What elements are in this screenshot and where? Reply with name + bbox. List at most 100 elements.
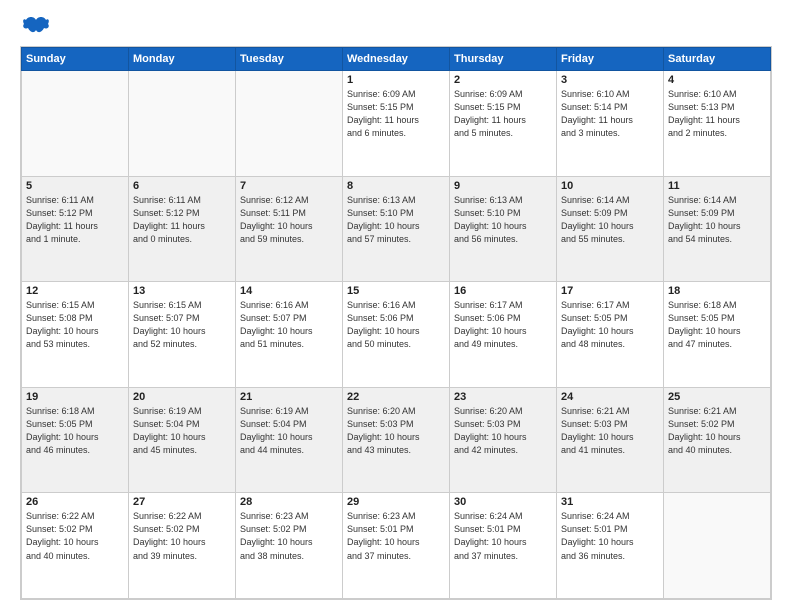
table-row: 27 Sunrise: 6:22 AM Sunset: 5:02 PM Dayli… [129,493,236,599]
table-row: 21 Sunrise: 6:19 AM Sunset: 5:04 PM Dayli… [236,387,343,493]
day-number: 31 [561,496,659,508]
day-info: Sunrise: 6:16 AM Sunset: 5:07 PM Dayligh… [240,299,338,351]
table-row: 4 Sunrise: 6:10 AM Sunset: 5:13 PM Daylig… [664,71,771,177]
day-number: 26 [26,496,124,508]
table-row: 8Sunrise: 6:13 AM Sunset: 5:10 PM Daylig… [343,176,450,282]
table-row: 31 Sunrise: 6:24 AM Sunset: 5:01 PM Dayli… [557,493,664,599]
table-row: 13 Sunrise: 6:15 AM Sunset: 5:07 PM Dayli… [129,282,236,388]
day-number: 22 [347,391,445,403]
table-row: 3 Sunrise: 6:10 AM Sunset: 5:14 PM Daylig… [557,71,664,177]
col-sunday: Sunday [22,48,129,71]
table-row: 26 Sunrise: 6:22 AM Sunset: 5:02 PM Dayli… [22,493,129,599]
table-row: 24 Sunrise: 6:21 AM Sunset: 5:03 PM Dayli… [557,387,664,493]
day-info: Sunrise: 6:14 AM Sunset: 5:09 PM Dayligh… [561,194,659,246]
day-number: 23 [454,391,552,403]
day-info: Sunrise: 6:19 AM Sunset: 5:04 PM Dayligh… [133,405,231,457]
day-info: Sunrise: 6:22 AM Sunset: 5:02 PM Dayligh… [133,510,231,562]
day-number: 5 [26,180,124,192]
calendar-week-4: 19 Sunrise: 6:18 AM Sunset: 5:05 PM Dayli… [22,387,771,493]
table-row: 25 Sunrise: 6:21 AM Sunset: 5:02 PM Dayli… [664,387,771,493]
calendar-week-2: 5 Sunrise: 6:11 AM Sunset: 5:12 PM Daylig… [22,176,771,282]
day-info: Sunrise: 6:17 AM Sunset: 5:06 PM Dayligh… [454,299,552,351]
day-number: 29 [347,496,445,508]
day-info: Sunrise: 6:15 AM Sunset: 5:08 PM Dayligh… [26,299,124,351]
day-info: Sunrise: 6:17 AM Sunset: 5:05 PM Dayligh… [561,299,659,351]
day-info: Sunrise: 6:13 AM Sunset: 5:10 PM Dayligh… [454,194,552,246]
day-number: 12 [26,285,124,297]
table-row: 2Sunrise: 6:09 AM Sunset: 5:15 PM Daylig… [450,71,557,177]
logo-bird-icon [22,16,50,38]
day-number: 20 [133,391,231,403]
header [20,16,772,38]
day-number: 10 [561,180,659,192]
day-info: Sunrise: 6:10 AM Sunset: 5:13 PM Dayligh… [668,88,766,140]
table-row: 30Sunrise: 6:24 AM Sunset: 5:01 PM Dayli… [450,493,557,599]
day-info: Sunrise: 6:18 AM Sunset: 5:05 PM Dayligh… [668,299,766,351]
day-number: 15 [347,285,445,297]
day-info: Sunrise: 6:22 AM Sunset: 5:02 PM Dayligh… [26,510,124,562]
table-row: 5 Sunrise: 6:11 AM Sunset: 5:12 PM Daylig… [22,176,129,282]
calendar: Sunday Monday Tuesday Wednesday Thursday… [20,46,772,600]
col-monday: Monday [129,48,236,71]
day-number: 16 [454,285,552,297]
day-info: Sunrise: 6:21 AM Sunset: 5:03 PM Dayligh… [561,405,659,457]
day-number: 21 [240,391,338,403]
logo [20,16,50,38]
day-info: Sunrise: 6:20 AM Sunset: 5:03 PM Dayligh… [347,405,445,457]
table-row: 16 Sunrise: 6:17 AM Sunset: 5:06 PM Dayli… [450,282,557,388]
day-number: 4 [668,74,766,86]
day-info: Sunrise: 6:09 AM Sunset: 5:15 PM Dayligh… [454,88,552,140]
day-info: Sunrise: 6:11 AM Sunset: 5:12 PM Dayligh… [26,194,124,246]
table-row [129,71,236,177]
table-row: 23 Sunrise: 6:20 AM Sunset: 5:03 PM Dayli… [450,387,557,493]
table-row: 22 Sunrise: 6:20 AM Sunset: 5:03 PM Dayli… [343,387,450,493]
day-number: 11 [668,180,766,192]
day-info: Sunrise: 6:13 AM Sunset: 5:10 PM Dayligh… [347,194,445,246]
day-info: Sunrise: 6:20 AM Sunset: 5:03 PM Dayligh… [454,405,552,457]
col-thursday: Thursday [450,48,557,71]
table-row: 29 Sunrise: 6:23 AM Sunset: 5:01 PM Dayli… [343,493,450,599]
day-number: 14 [240,285,338,297]
table-row: 1Sunrise: 6:09 AM Sunset: 5:15 PM Daylig… [343,71,450,177]
calendar-header: Sunday Monday Tuesday Wednesday Thursday… [22,48,771,71]
day-info: Sunrise: 6:24 AM Sunset: 5:01 PM Dayligh… [561,510,659,562]
day-number: 19 [26,391,124,403]
day-number: 30 [454,496,552,508]
table-row: 14 Sunrise: 6:16 AM Sunset: 5:07 PM Dayli… [236,282,343,388]
day-number: 27 [133,496,231,508]
day-info: Sunrise: 6:23 AM Sunset: 5:02 PM Dayligh… [240,510,338,562]
day-number: 25 [668,391,766,403]
day-number: 9 [454,180,552,192]
day-info: Sunrise: 6:21 AM Sunset: 5:02 PM Dayligh… [668,405,766,457]
day-info: Sunrise: 6:15 AM Sunset: 5:07 PM Dayligh… [133,299,231,351]
day-number: 7 [240,180,338,192]
day-number: 3 [561,74,659,86]
day-number: 17 [561,285,659,297]
days-of-week-row: Sunday Monday Tuesday Wednesday Thursday… [22,48,771,71]
day-number: 28 [240,496,338,508]
table-row: 9 Sunrise: 6:13 AM Sunset: 5:10 PM Daylig… [450,176,557,282]
table-row [22,71,129,177]
table-row: 7Sunrise: 6:12 AM Sunset: 5:11 PM Daylig… [236,176,343,282]
day-info: Sunrise: 6:18 AM Sunset: 5:05 PM Dayligh… [26,405,124,457]
calendar-table: Sunday Monday Tuesday Wednesday Thursday… [21,47,771,599]
day-number: 13 [133,285,231,297]
day-number: 24 [561,391,659,403]
day-number: 1 [347,74,445,86]
table-row: 20 Sunrise: 6:19 AM Sunset: 5:04 PM Dayli… [129,387,236,493]
day-number: 18 [668,285,766,297]
table-row: 12 Sunrise: 6:15 AM Sunset: 5:08 PM Dayli… [22,282,129,388]
day-info: Sunrise: 6:10 AM Sunset: 5:14 PM Dayligh… [561,88,659,140]
table-row: 28 Sunrise: 6:23 AM Sunset: 5:02 PM Dayli… [236,493,343,599]
day-info: Sunrise: 6:23 AM Sunset: 5:01 PM Dayligh… [347,510,445,562]
table-row: 19 Sunrise: 6:18 AM Sunset: 5:05 PM Dayli… [22,387,129,493]
day-info: Sunrise: 6:11 AM Sunset: 5:12 PM Dayligh… [133,194,231,246]
calendar-week-3: 12 Sunrise: 6:15 AM Sunset: 5:08 PM Dayli… [22,282,771,388]
calendar-week-1: 1 Sunrise: 6:09 AM Sunset: 5:15 PM Daylig… [22,71,771,177]
calendar-week-5: 26 Sunrise: 6:22 AM Sunset: 5:02 PM Dayli… [22,493,771,599]
table-row: 18 Sunrise: 6:18 AM Sunset: 5:05 PM Dayli… [664,282,771,388]
page: Sunday Monday Tuesday Wednesday Thursday… [0,0,792,612]
calendar-body: 1 Sunrise: 6:09 AM Sunset: 5:15 PM Daylig… [22,71,771,599]
table-row: 6Sunrise: 6:11 AM Sunset: 5:12 PM Daylig… [129,176,236,282]
day-info: Sunrise: 6:19 AM Sunset: 5:04 PM Dayligh… [240,405,338,457]
